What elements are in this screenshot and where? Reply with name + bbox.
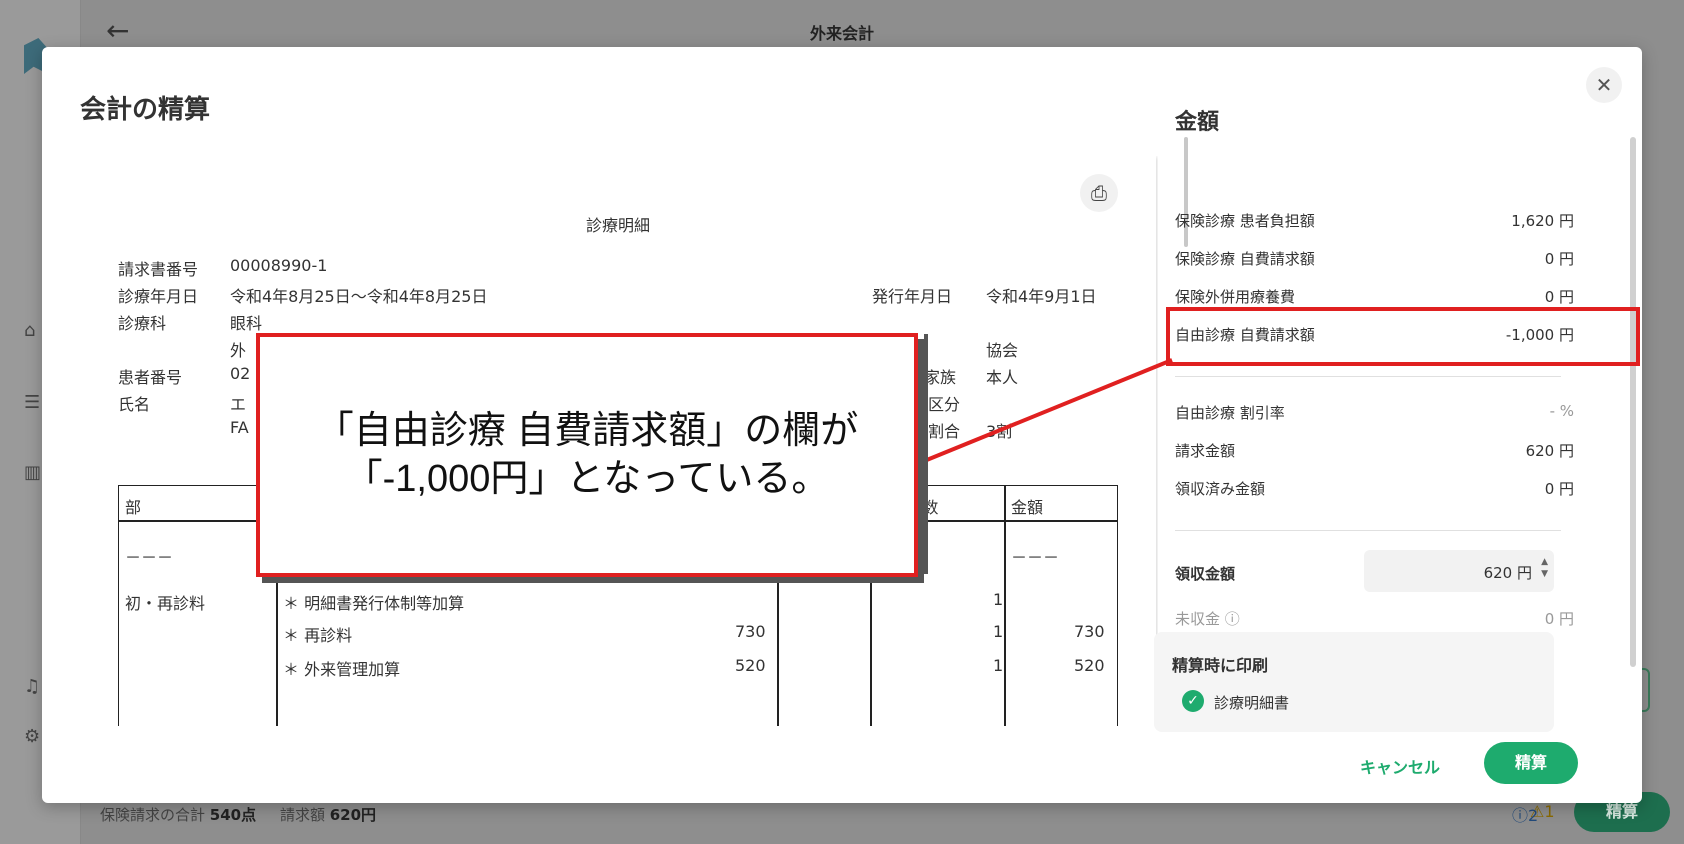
callout-line-2: 「-1,000円」となっている。 [344, 458, 830, 500]
callout-line-1: 「自由診療 自費請求額」の欄が [315, 410, 859, 452]
callout-text: 「自由診療 自費請求額」の欄が 「-1,000円」となっている。 [260, 407, 914, 503]
annotation-callout: 「自由診療 自費請求額」の欄が 「-1,000円」となっている。 [256, 333, 918, 577]
highlight-frame [1166, 307, 1640, 366]
